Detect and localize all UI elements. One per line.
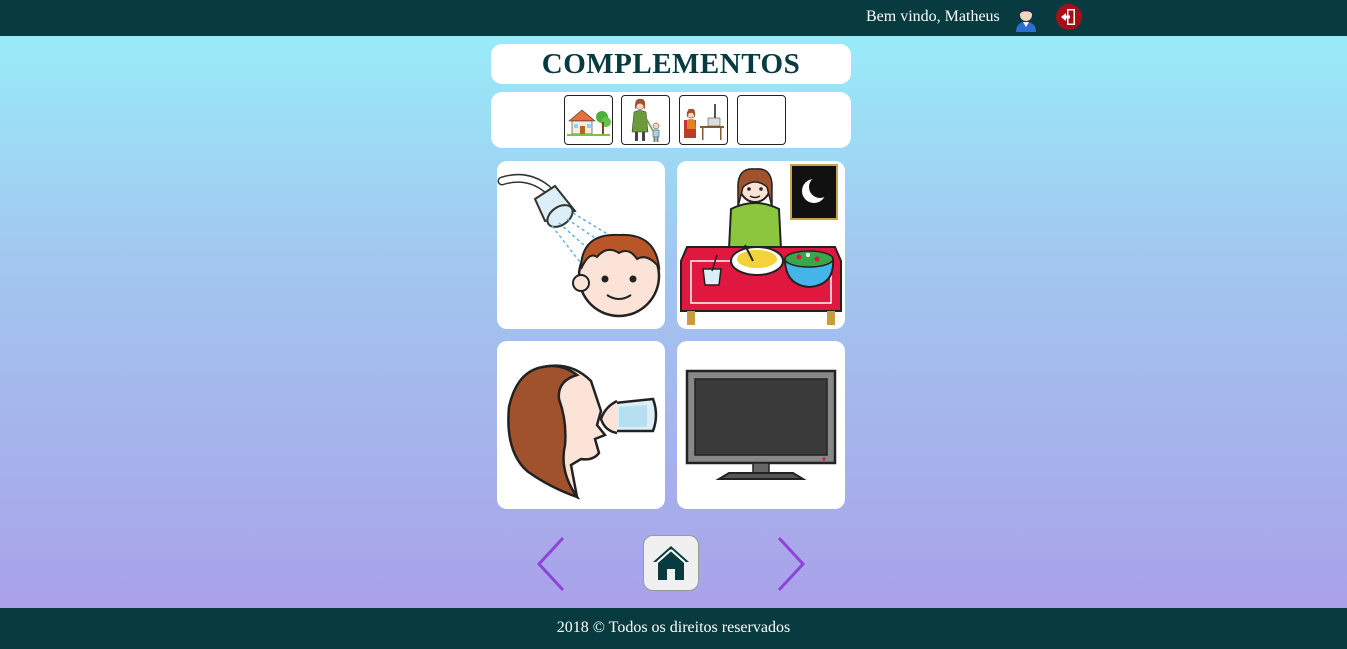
- home-icon: [653, 546, 689, 580]
- option-card-dinner[interactable]: [677, 161, 845, 329]
- option-card-television[interactable]: [677, 341, 845, 509]
- drink-water-icon: [507, 364, 658, 500]
- woman-at-desk-icon: [684, 104, 724, 140]
- option-card-shower[interactable]: [497, 161, 665, 329]
- sequence-strip: [491, 92, 851, 148]
- logout-button[interactable]: [1055, 3, 1083, 31]
- logout-door-icon: [1056, 4, 1082, 30]
- next-page-button[interactable]: [770, 535, 810, 593]
- sequence-slot-house[interactable]: [564, 95, 613, 145]
- television-icon: [685, 369, 837, 480]
- sequence-slot-mother-child[interactable]: [621, 95, 670, 145]
- welcome-text: Bem vindo, Matheus: [866, 8, 1000, 25]
- top-bar: Bem vindo, Matheus: [0, 0, 1347, 36]
- user-avatar-icon: [1012, 4, 1040, 32]
- footer: 2018 © Todos os direitos reservados: [0, 608, 1347, 649]
- chevron-left-icon: [536, 536, 565, 592]
- chevron-right-icon: [777, 536, 806, 592]
- page-title: COMPLEMENTOS: [541, 48, 801, 80]
- dinner-icon: [680, 164, 842, 325]
- home-button[interactable]: [643, 535, 699, 591]
- mother-child-icon: [631, 98, 660, 142]
- page-title-box: COMPLEMENTOS: [491, 44, 851, 84]
- option-card-drink-water[interactable]: [497, 341, 665, 509]
- house-icon: [567, 109, 611, 136]
- copyright-text: 2018 © Todos os direitos reservados: [556, 619, 791, 636]
- previous-page-button[interactable]: [532, 535, 572, 593]
- sequence-slot-woman-desk[interactable]: [679, 95, 728, 145]
- sequence-slot-empty[interactable]: [737, 95, 786, 145]
- shower-head-icon: [497, 173, 661, 318]
